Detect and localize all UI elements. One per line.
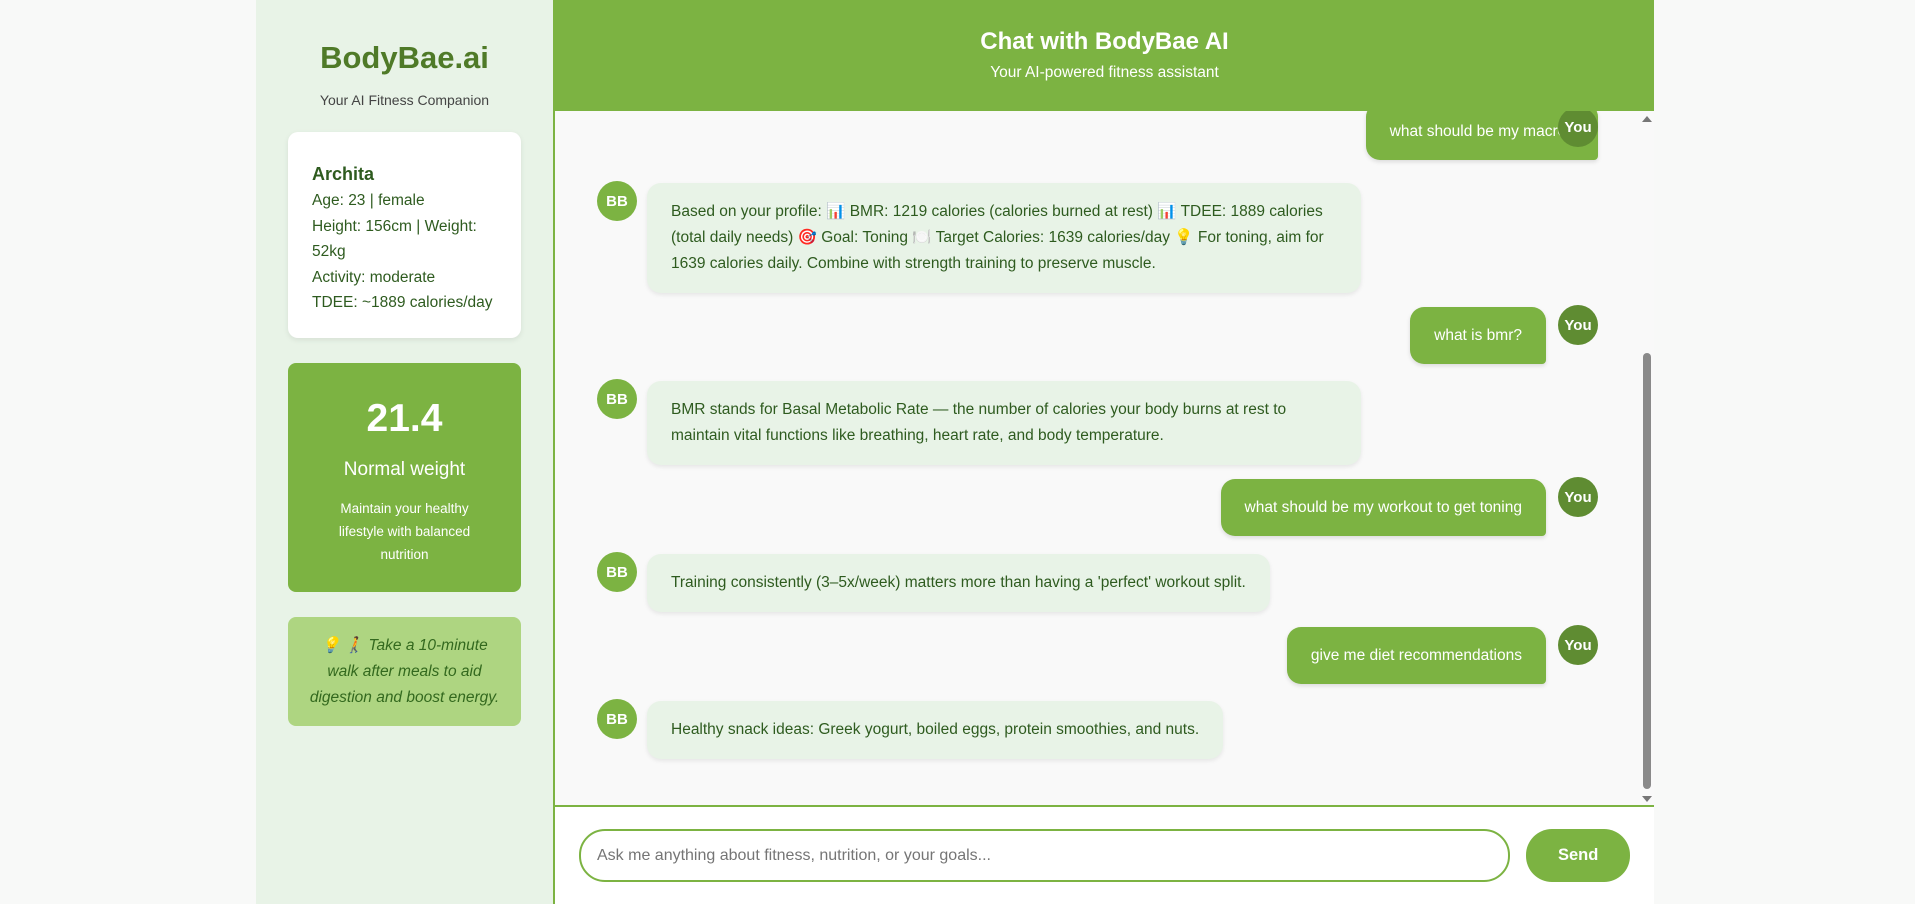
user-message-bubble: what should be my workout to get toning: [1220, 479, 1546, 536]
chat-subtitle: Your AI-powered fitness assistant: [990, 64, 1219, 81]
chat-scrollbar[interactable]: [1640, 111, 1654, 805]
chat-title: Chat with BodyBae AI: [980, 28, 1229, 55]
send-button[interactable]: Send: [1526, 829, 1630, 882]
profile-card: Archita Age: 23 | female Height: 156cm |…: [288, 132, 521, 338]
profile-name: Archita: [312, 164, 375, 184]
bot-avatar: BB: [597, 379, 637, 419]
brand-logo: BodyBae.ai: [320, 40, 489, 75]
bmi-category: Normal weight: [343, 458, 466, 480]
user-avatar: You: [1558, 305, 1598, 345]
bmi-advice: Maintain your healthy lifestyle with bal…: [338, 500, 471, 562]
profile-age: Age: 23 | female: [312, 192, 425, 209]
app-shell: BodyBae.ai Your AI Fitness Companion Arc…: [256, 0, 1656, 904]
bot-avatar: BB: [597, 552, 637, 592]
bot-avatar: BB: [597, 699, 637, 739]
user-avatar: You: [1558, 477, 1598, 517]
bot-message: Training consistently (3–5x/week) matter…: [647, 554, 1270, 612]
bot-message: Based on your profile: 📊 BMR: 1219 calor…: [647, 183, 1361, 293]
tip-card: 💡 🚶 Take a 10-minute walk after meals to…: [288, 616, 521, 726]
bot-message-bubble: Based on your profile: 📊 BMR: 1219 calor…: [647, 183, 1361, 293]
bmi-value: 21.4: [366, 396, 443, 440]
profile-height-weight: Height: 156cm | Weight: 52kg: [312, 217, 477, 261]
user-message: what is bmr?: [1410, 307, 1546, 364]
user-avatar: You: [1558, 625, 1598, 665]
bot-avatar: BB: [597, 181, 637, 221]
chat-panel: Chat with BodyBae AI Your AI-powered fit…: [555, 0, 1654, 904]
scroll-down-arrow-icon[interactable]: [1642, 796, 1652, 802]
bot-message-bubble: Healthy snack ideas: Greek yogurt, boile…: [647, 701, 1224, 759]
sidebar: BodyBae.ai Your AI Fitness Companion Arc…: [256, 0, 555, 904]
user-message-bubble: what is bmr?: [1410, 307, 1546, 364]
chat-header: Chat with BodyBae AI Your AI-powered fit…: [555, 0, 1654, 111]
user-message: what should be my workout to get toning: [1220, 479, 1546, 536]
brand-tagline: Your AI Fitness Companion: [319, 92, 490, 108]
bmi-card: 21.4 Normal weight Maintain your healthy…: [288, 362, 521, 592]
bot-message: BMR stands for Basal Metabolic Rate — th…: [647, 381, 1361, 465]
scroll-up-arrow-icon[interactable]: [1642, 116, 1652, 122]
profile-activity: Activity: moderate: [312, 268, 436, 286]
bot-message-bubble: Training consistently (3–5x/week) matter…: [647, 554, 1270, 612]
message-list[interactable]: what should be my macros You BB Based on…: [555, 111, 1654, 807]
bot-message-bubble: BMR stands for Basal Metabolic Rate — th…: [647, 381, 1361, 465]
user-message-bubble: give me diet recommendations: [1286, 627, 1546, 684]
scroll-thumb[interactable]: [1643, 353, 1651, 789]
composer: Send: [555, 807, 1654, 904]
user-message: give me diet recommendations: [1286, 627, 1546, 684]
bot-message: Healthy snack ideas: Greek yogurt, boile…: [647, 701, 1224, 759]
chat-input[interactable]: [579, 829, 1511, 882]
profile-tdee: TDEE: ~1889 calories/day: [312, 294, 493, 311]
